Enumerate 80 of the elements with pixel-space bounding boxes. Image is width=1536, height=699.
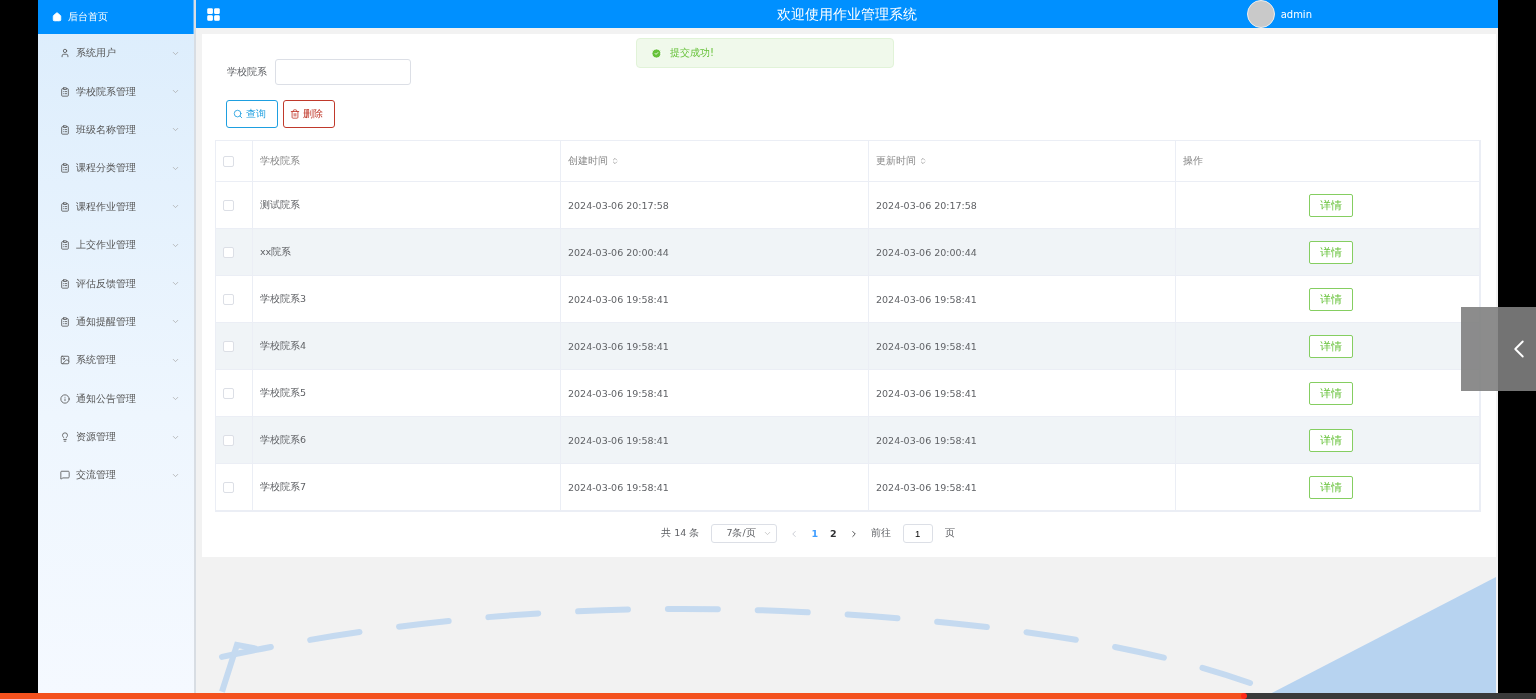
checkbox[interactable] [223,387,234,399]
trash-icon [290,109,300,119]
column-header: 操作 [1183,154,1203,168]
sidebar-item[interactable]: 班级名称管理 [38,110,194,150]
image-icon [60,355,70,366]
table-cell: 2024-03-06 19:58:41 [561,370,869,416]
table-cell: 2024-03-06 19:58:41 [869,276,1176,322]
table-cell: 2024-03-06 19:58:41 [561,464,869,510]
checkbox[interactable] [223,340,234,352]
page-input[interactable]: 1 [902,524,933,543]
table-cell: 学校院系3 [253,276,561,322]
sidebar-item[interactable]: 系统用户 [38,34,194,73]
clipboard-icon [60,316,70,327]
toast-message: 提交成功! [670,46,714,60]
check-icon [651,47,662,59]
sidebar-item[interactable]: 通知公告管理 [38,379,194,418]
table-cell: 学校院系4 [253,323,561,369]
table-cell: 测试院系 [253,182,561,228]
table-cell: 2024-03-06 19:58:41 [869,323,1176,369]
column-header[interactable]: 更新时间 [876,154,916,168]
page-size-select[interactable]: 7条/页 [711,524,778,543]
chevron-down-icon [171,471,180,480]
table-cell: 学校院系6 [253,417,561,463]
clipboard-icon [60,240,70,251]
table-cell: 2024-03-06 19:58:41 [561,323,869,369]
table-cell: 2024-03-06 19:58:41 [869,464,1176,510]
field-label: 学校院系 [227,65,267,79]
input-field[interactable] [275,59,411,85]
search-icon [233,109,243,119]
chevron-down-icon [763,529,773,538]
clipboard-icon [60,163,70,174]
table-cell: 2024-03-06 19:58:41 [869,370,1176,416]
sidebar-item[interactable]: 学校院系管理 [38,72,194,111]
table-cell: 学校院系5 [253,370,561,416]
checkbox[interactable] [223,434,234,446]
total-count: 共 14 条 [661,527,700,540]
bulb-icon [60,432,70,443]
table-cell: 2024-03-06 19:58:41 [561,276,869,322]
table-cell: 2024-03-06 20:00:44 [561,229,869,275]
sidebar-item[interactable]: 通知提醒管理 [38,302,194,342]
clipboard-icon [60,201,70,212]
page-suffix: 页 [944,527,955,540]
column-header: 学校院系 [260,154,300,168]
checkbox[interactable] [223,481,234,493]
checkbox[interactable] [223,246,234,258]
sidebar-item[interactable]: 上交作业管理 [38,225,194,265]
video-progress-bar[interactable] [0,693,1536,699]
chat-icon [60,470,70,481]
checkbox[interactable] [223,199,234,211]
clipboard-icon [60,278,70,289]
home-icon [52,12,62,22]
clipboard-icon [60,86,70,97]
sort-icon[interactable] [919,157,927,165]
table-cell: 2024-03-06 19:58:41 [869,417,1176,463]
app-title: 欢迎使用作业管理系统 [777,6,917,24]
delete-button[interactable]: 删除 [283,100,335,128]
checkbox[interactable] [223,155,234,167]
user-name: admin [1280,8,1312,20]
info-icon [60,393,70,404]
sidebar-item[interactable]: 评估反馈管理 [38,264,194,303]
table-cell: 学校院系7 [253,464,561,510]
sidebar-item[interactable]: 交流管理 [38,456,194,495]
prev-slide-button[interactable] [1461,307,1536,391]
table-cell: 2024-03-06 20:17:58 [869,182,1176,228]
table-cell: xx院系 [253,229,561,275]
column-header[interactable]: 创建时间 [568,154,608,168]
sidebar-item[interactable]: 课程作业管理 [38,187,194,226]
table-cell: 2024-03-06 19:58:41 [561,417,869,463]
sidebar-item[interactable]: 课程分类管理 [38,149,194,188]
grid-icon[interactable] [206,6,221,22]
sort-icon[interactable] [611,157,619,165]
checkbox[interactable] [223,293,234,305]
table-cell: 2024-03-06 20:17:58 [561,182,869,228]
goto-label: 前往 [870,527,891,540]
sidebar-item[interactable]: 资源管理 [38,417,194,457]
sidebar-item[interactable]: 系统管理 [38,341,194,380]
page-number[interactable]: 2 [830,528,837,539]
table-cell: 2024-03-06 20:00:44 [869,229,1176,275]
clipboard-icon [60,124,70,135]
user-icon [60,48,70,59]
